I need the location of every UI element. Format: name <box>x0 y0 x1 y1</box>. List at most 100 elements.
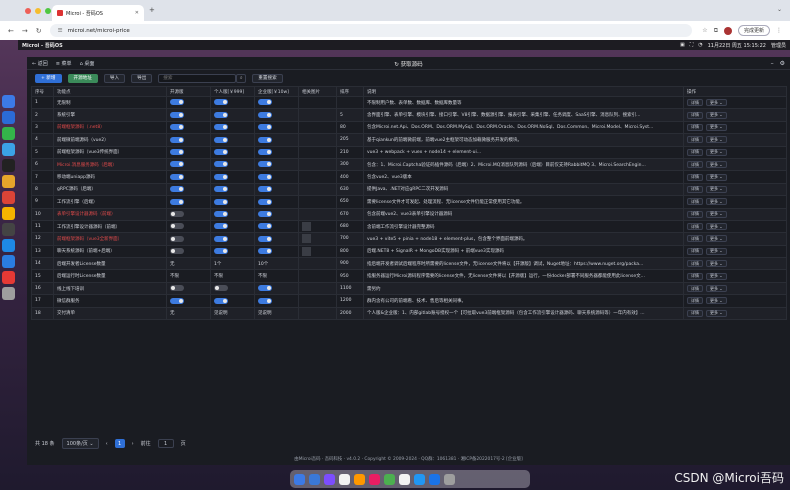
table-row[interactable]: 15 后端运行时License数量 不限 不限 不限 950 指服务器运行Microi源码程… <box>31 269 787 283</box>
search-input[interactable]: 搜索 <box>158 73 237 83</box>
notification-icon[interactable]: ◔ <box>698 42 702 48</box>
photos-icon[interactable] <box>354 473 365 485</box>
image-thumbnail[interactable] <box>302 246 311 256</box>
address-bar[interactable]: ☰ microi.net/microi-price <box>49 24 693 37</box>
column-header[interactable]: 相关图片 <box>298 86 337 97</box>
enterprise-switch[interactable] <box>258 285 272 292</box>
wechat-icon[interactable] <box>2 127 15 140</box>
personal-switch[interactable] <box>214 223 228 230</box>
maximize-window-button[interactable] <box>45 7 51 14</box>
personal-switch[interactable] <box>214 124 228 131</box>
personal-switch[interactable] <box>214 198 228 205</box>
more-button[interactable]: 更多 ⌄ <box>706 148 727 156</box>
enterprise-switch[interactable] <box>258 99 272 106</box>
personal-switch[interactable] <box>214 186 228 193</box>
terminal-icon[interactable] <box>2 223 15 236</box>
open-switch[interactable] <box>170 161 184 168</box>
open-switch[interactable] <box>170 235 184 242</box>
open-switch[interactable] <box>170 186 184 193</box>
more-button[interactable]: 更多 ⌄ <box>706 247 727 255</box>
detail-button[interactable]: 详情 <box>687 285 703 293</box>
detail-button[interactable]: 详情 <box>687 185 703 193</box>
more-button[interactable]: 更多 ⌄ <box>706 173 727 181</box>
fitness-icon[interactable] <box>429 473 440 485</box>
table-row[interactable]: 8 gRPC源码（后端） 630 提供Java、.NET对应gRPC二次开发源码 详情更… <box>31 182 787 197</box>
chevron-down-icon[interactable]: ⌄ <box>777 6 782 13</box>
close-tab-icon[interactable]: ✕ <box>135 10 139 16</box>
detail-button[interactable]: 详情 <box>687 111 703 119</box>
page-size-select[interactable]: 100条/页 ⌄ <box>61 438 99 449</box>
qq-icon[interactable] <box>2 159 15 172</box>
more-button[interactable]: 更多 ⌄ <box>706 198 727 206</box>
profile-avatar[interactable] <box>723 26 732 35</box>
user-name[interactable]: 管理员 <box>771 42 786 49</box>
image-thumbnail[interactable] <box>302 222 311 232</box>
open-switch[interactable] <box>170 111 184 118</box>
chrome-dock-icon[interactable] <box>384 473 395 485</box>
table-row[interactable]: 9 工作流引擎（后端） 650 需要license文件才可发起、处理流程、无licen… <box>31 195 787 209</box>
forward-arrow-icon[interactable]: → <box>22 27 28 35</box>
dingtalk-icon[interactable] <box>2 255 15 268</box>
settings-app-icon[interactable] <box>324 473 335 485</box>
table-row[interactable]: 1 无限制 不限制用户数、表单数、数据库、数据库数量等 详情 更多 ⌄ <box>31 95 787 110</box>
detail-button[interactable]: 详情 <box>687 161 703 169</box>
enterprise-switch[interactable] <box>258 248 272 255</box>
settings-icon[interactable]: ⚙ <box>780 60 785 67</box>
search-icon[interactable]: ⌕ <box>236 73 247 83</box>
enterprise-switch[interactable] <box>258 223 272 230</box>
personal-switch[interactable] <box>214 99 228 106</box>
open-switch[interactable] <box>170 248 184 255</box>
music-icon[interactable] <box>369 473 380 485</box>
table-row[interactable]: 12 前端框架源码（vue3全新界面） 700 vue3 + vite5 + pini… <box>31 232 787 246</box>
open-switch[interactable] <box>170 210 184 217</box>
more-button[interactable]: 更多 ⌄ <box>706 297 727 305</box>
column-header[interactable]: 企业版[￥10w] <box>254 86 299 97</box>
column-header[interactable]: 排序 <box>336 86 364 97</box>
app-store-dock-icon[interactable] <box>414 473 425 485</box>
enterprise-switch[interactable] <box>258 198 272 205</box>
table-row[interactable]: 10 表单引擎设计器源码（前端） 670 包含前端vue2、vue3表单引擎设计器源码… <box>31 207 787 221</box>
browser-icon[interactable] <box>2 191 15 204</box>
message-icon[interactable]: ▣ <box>680 42 685 48</box>
column-header[interactable]: 个人版[￥999] <box>210 86 255 97</box>
chrome-icon[interactable] <box>2 175 15 188</box>
detail-button[interactable]: 详情 <box>687 99 703 107</box>
enterprise-switch[interactable] <box>258 186 272 193</box>
more-button[interactable]: 更多 ⌄ <box>706 309 727 317</box>
enterprise-switch[interactable] <box>258 297 272 304</box>
open-switch[interactable] <box>170 173 184 180</box>
detail-button[interactable]: 详情 <box>687 247 703 255</box>
finder-icon[interactable] <box>2 95 15 108</box>
more-button[interactable]: 更多 ⌄ <box>706 99 727 107</box>
next-page-icon[interactable]: › <box>132 441 134 447</box>
open-switch[interactable] <box>170 149 184 155</box>
enterprise-switch[interactable] <box>258 173 272 180</box>
vscode-icon[interactable] <box>2 111 15 124</box>
personal-switch[interactable] <box>214 235 228 242</box>
open-switch[interactable] <box>170 285 184 292</box>
update-button[interactable]: 完成更新 <box>737 25 770 36</box>
detail-button[interactable]: 详情 <box>687 210 703 218</box>
close-window-button[interactable] <box>25 7 31 14</box>
personal-switch[interactable] <box>214 111 228 118</box>
import-button[interactable]: 导入 <box>103 73 126 83</box>
column-header[interactable]: 功能点 <box>53 86 167 97</box>
reset-search-button[interactable]: 重置搜索 <box>252 73 283 83</box>
add-button[interactable]: + 新增 <box>35 73 62 83</box>
table-row[interactable]: 16 线上线下培训 1100 需另约 详情 更多 ⌄ <box>31 281 787 296</box>
minimize-icon[interactable]: – <box>771 60 774 67</box>
table-row[interactable]: 13 聊天系统源码（前端+后端） 800 后端.NET8 + SignalR + Mo… <box>31 244 787 259</box>
more-button[interactable]: 更多 ⌄ <box>706 161 727 169</box>
detail-button[interactable]: 详情 <box>687 123 703 131</box>
detail-button[interactable]: 详情 <box>687 260 703 268</box>
more-button[interactable]: 更多 ⌄ <box>706 223 727 231</box>
table-row[interactable]: 11 工作流引擎设计器源码（前端） 680 含前端工作流引擎设计器完整源码 详情 更多 ⌄ <box>31 219 787 234</box>
app-store-icon[interactable] <box>2 143 15 156</box>
enterprise-switch[interactable] <box>258 111 272 118</box>
fullscreen-icon[interactable]: ⛶ <box>690 42 694 48</box>
personal-switch[interactable] <box>214 285 228 292</box>
calendar-icon[interactable] <box>339 473 350 485</box>
column-header[interactable]: 序号 <box>31 86 54 97</box>
table-row[interactable]: 2 系统引擎 5 含界面引擎、表单引擎、模块引擎、接口引擎、V8引擎、数据源引擎、报表… <box>31 108 787 122</box>
reload-icon[interactable]: ↻ <box>36 27 42 35</box>
